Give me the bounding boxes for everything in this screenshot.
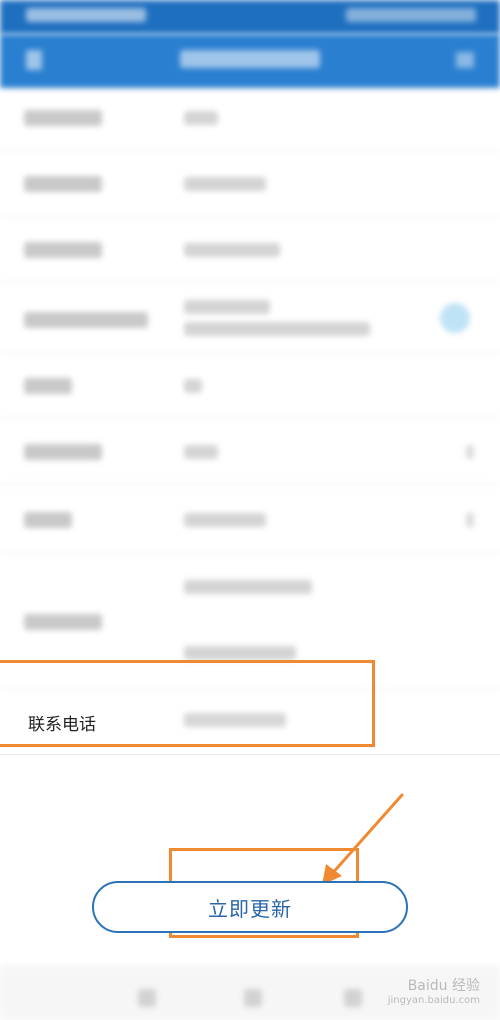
annotation-arrow [322,793,404,885]
nav-icon[interactable] [138,989,156,1007]
watermark-brand: Baidu 经验 [407,978,480,994]
watermark: Baidu 经验 jingyan.baidu.com [388,975,480,1006]
update-now-label: 立即更新 [208,896,292,921]
nav-icon[interactable] [344,989,362,1007]
nav-icon[interactable] [244,989,262,1007]
watermark-url: jingyan.baidu.com [387,995,480,1006]
update-now-button[interactable]: 立即更新 [92,881,408,933]
